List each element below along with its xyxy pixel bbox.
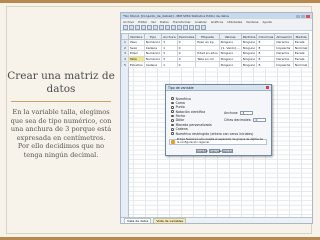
table-cell[interactable]: Ninguno <box>240 55 258 63</box>
menu-item[interactable]: Ver <box>151 20 156 24</box>
table-row: 3 Edad Numérico 3 0 Edad en años Ninguno… <box>121 50 310 57</box>
title-divider <box>11 101 111 102</box>
table-cell[interactable]: Ninguno <box>240 39 258 46</box>
slide-title: Crear una matriz de datos <box>7 70 115 95</box>
toolbar <box>121 24 312 31</box>
variables-icon[interactable] <box>165 25 170 30</box>
decimals-row: Cifras decimales: 0 <box>224 118 267 122</box>
width-label: Anchura: <box>224 111 239 115</box>
insert-cases-icon[interactable] <box>177 25 182 30</box>
ok-button[interactable]: Aceptar <box>196 149 208 153</box>
menu-item[interactable]: Ventana <box>246 20 258 24</box>
menu-item[interactable]: Analizar <box>195 20 207 24</box>
slide-body: En la variable talla, elegimos que sea d… <box>10 108 112 159</box>
dialog-buttons: Aceptar Cancelar Ayuda <box>196 149 233 153</box>
insert-variable-icon[interactable] <box>183 25 188 30</box>
table-cell[interactable]: Numérico <box>143 50 163 57</box>
menu-item[interactable]: Datos <box>160 20 169 24</box>
radio-icon[interactable] <box>171 110 174 114</box>
print-icon[interactable] <box>135 25 140 30</box>
tab-variable-view[interactable]: Vista de variables <box>153 217 187 223</box>
cancel-button[interactable]: Cancelar <box>209 149 222 153</box>
close-button[interactable] <box>306 14 310 18</box>
type-option[interactable]: Numérico restringido (entero con ceros i… <box>171 131 254 136</box>
slide-text-panel: Crear una matriz de datos En la variable… <box>6 70 116 160</box>
table-cell[interactable]: Numérico <box>143 55 163 63</box>
type-option[interactable]: Numérico <box>171 97 253 101</box>
window-title: *Sin título1 [Conjunto_de_datos0] - IBM … <box>123 14 229 18</box>
decimals-label: Cifras decimales: <box>224 118 252 122</box>
weight-cases-icon[interactable] <box>195 25 200 30</box>
radio-icon[interactable] <box>171 119 174 122</box>
type-option[interactable]: Cadena <box>171 127 253 131</box>
table-cell[interactable]: {1, Varón}... <box>218 44 242 52</box>
minimize-button[interactable] <box>296 14 300 18</box>
radio-icon[interactable] <box>171 123 174 127</box>
variable-view-table: Nombre Tipo Anchura Decimales Etiqueta V… <box>121 33 310 68</box>
variable-type-dialog: Tipo de variable Numérico Coma Punto Not… <box>165 84 272 156</box>
width-input[interactable]: 3 <box>240 111 254 115</box>
view-tabs: Vista de datos Vista de variables <box>121 217 312 223</box>
width-row: Anchura: 3 <box>224 111 266 115</box>
table-cell[interactable]: Ninguno <box>240 44 258 52</box>
menu-item[interactable]: Utilidades <box>227 20 242 24</box>
type-option[interactable]: Moneda personalizada <box>171 123 253 127</box>
info-text: El tipo Numérico sólo acepta el separado… <box>177 138 263 144</box>
help-button[interactable]: Ayuda <box>222 149 233 153</box>
radio-icon[interactable] <box>171 127 174 131</box>
decimals-input[interactable]: 0 <box>253 118 267 122</box>
dialog-close-icon[interactable] <box>266 86 269 89</box>
tab-data-view[interactable]: Vista de datos <box>124 217 152 223</box>
type-option[interactable]: Coma <box>171 101 253 105</box>
split-file-icon[interactable] <box>189 25 194 30</box>
find-icon[interactable] <box>171 25 176 30</box>
menu-item[interactable]: Ayuda <box>262 20 271 24</box>
table-cell[interactable]: Numérico <box>143 39 163 46</box>
maximize-button[interactable] <box>301 14 305 18</box>
save-icon[interactable] <box>129 25 134 30</box>
format-fields: Anchura: 3 Cifras decimales: 0 <box>224 111 267 122</box>
menu-item[interactable]: Transformar <box>173 20 191 24</box>
radio-icon[interactable] <box>171 106 174 109</box>
table-cell[interactable]: Edad en años <box>195 50 220 57</box>
radio-selected-icon[interactable] <box>171 97 174 100</box>
menu-item[interactable]: Gráficos <box>211 20 223 24</box>
row-number-column <box>121 67 129 217</box>
menu-item[interactable]: Archivo <box>123 20 134 24</box>
radio-icon[interactable] <box>171 114 174 118</box>
spss-screenshot: *Sin título1 [Conjunto_de_datos0] - IBM … <box>120 12 313 224</box>
info-icon <box>171 140 175 144</box>
recall-dialog-icon[interactable] <box>141 25 146 30</box>
redo-icon[interactable] <box>153 25 158 30</box>
select-cases-icon[interactable] <box>201 25 206 30</box>
radio-icon[interactable] <box>171 132 174 135</box>
type-option[interactable]: Punto <box>171 105 253 109</box>
undo-icon[interactable] <box>147 25 152 30</box>
window-controls <box>296 14 310 18</box>
open-icon[interactable] <box>123 25 128 30</box>
dialog-title: Tipo de variable <box>168 85 194 90</box>
menu-item[interactable]: Editar <box>138 20 147 24</box>
type-option-label: Numérico restringido (entero con ceros i… <box>175 131 254 136</box>
table-cell[interactable]: Nominal <box>292 44 310 52</box>
info-message: El tipo Numérico sólo acepta el separado… <box>169 138 267 145</box>
goto-case-icon[interactable] <box>159 25 164 30</box>
table-cell[interactable]: Ninguno <box>240 50 258 57</box>
dialog-titlebar: Tipo de variable <box>166 85 271 91</box>
radio-icon[interactable] <box>171 101 174 105</box>
top-accent-bar <box>0 0 320 3</box>
